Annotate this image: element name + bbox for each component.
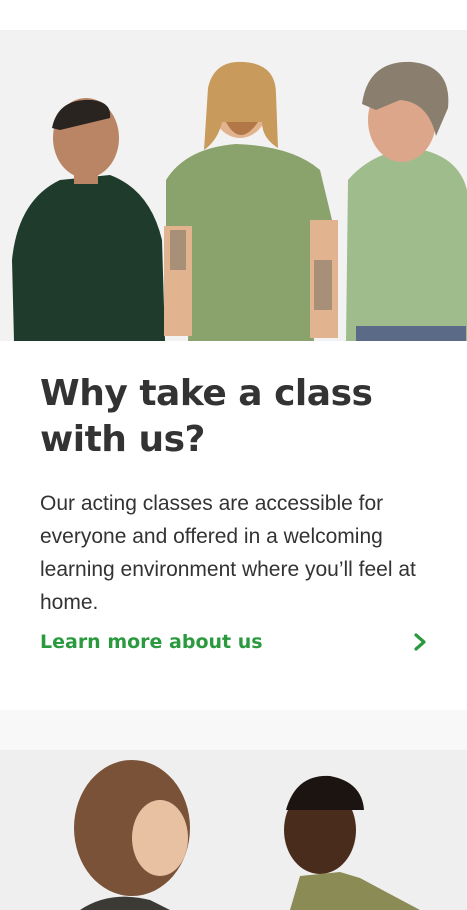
second-illustration <box>0 750 467 910</box>
why-section: Why take a class with us? Our acting cla… <box>0 341 467 710</box>
photo-two-people <box>0 750 467 910</box>
page: Why take a class with us? Our acting cla… <box>0 0 467 910</box>
top-spacer <box>0 0 467 30</box>
learn-more-label: Learn more about us <box>40 631 263 653</box>
section-spacer <box>0 710 467 750</box>
hero-illustration <box>0 30 467 341</box>
section-body: Our acting classes are accessible for ev… <box>40 492 416 614</box>
section-title: Why take a class with us? <box>40 373 373 460</box>
learn-more-link[interactable]: Learn more about us <box>40 631 427 653</box>
hero-photo-three-men <box>0 30 467 341</box>
chevron-right-icon <box>414 633 426 651</box>
